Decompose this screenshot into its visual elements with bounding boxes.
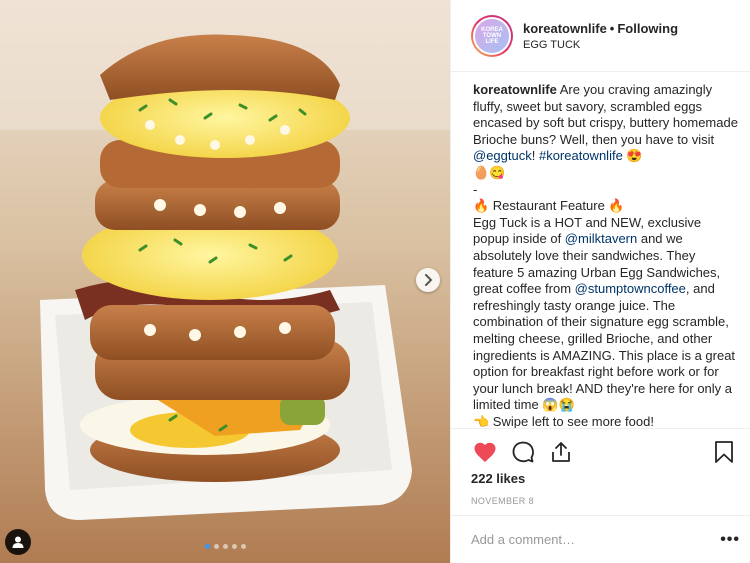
carousel-dot [231,544,237,549]
more-options-button[interactable]: ••• [720,531,740,549]
caption-text: ! [531,148,539,164]
chevron-right-icon [425,274,433,286]
action-icons [471,437,738,467]
carousel-indicator [0,544,450,549]
likes-count[interactable]: 222 likes [471,471,738,486]
mention-eggtuck[interactable]: @eggtuck [473,148,532,163]
caption-paragraph-1: koreatownlife Are you craving amazingly … [473,82,738,165]
share-button[interactable] [547,438,575,466]
header-user-line: koreatownlife • Following [523,21,678,36]
caption-paragraph-2: Egg Tuck is a HOT and NEW, exclusive pop… [473,215,738,414]
header-text: koreatownlife • Following EGG TUCK [523,21,678,51]
bookmark-icon [715,441,733,463]
post-header: KOREA TOWN LIFE koreatownlife • Following EG… [451,0,750,72]
post-actions: 222 likes NOVEMBER 8 [451,428,750,506]
caption: koreatownlife Are you craving amazingly … [451,72,750,430]
user-tag-button[interactable] [5,529,31,555]
username-link[interactable]: koreatownlife [523,21,607,36]
instagram-post: KOREA TOWN LIFE koreatownlife • Following EG… [0,0,750,563]
carousel-dot [204,544,210,549]
caption-emoji: 😍 [622,148,643,164]
next-slide-button[interactable] [416,268,440,292]
heart-icon [474,442,496,462]
comment-box: ••• [451,515,750,563]
comment-icon [512,441,534,463]
caption-dash: - [473,181,478,197]
hashtag-koreatownlife[interactable]: #koreatownlife [539,148,623,163]
carousel-dot [240,544,246,549]
mention-milktavern[interactable]: @milktavern [565,231,637,246]
separator: • [609,20,615,36]
comment-input[interactable] [471,532,721,547]
following-button[interactable]: Following [617,21,678,36]
egg-sandwich-image [0,0,450,563]
carousel-dot [222,544,228,549]
caption-heading: 🔥 Restaurant Feature 🔥 [473,198,625,214]
avatar-image: KOREA TOWN LIFE [473,16,511,55]
post-date[interactable]: NOVEMBER 8 [471,496,738,506]
share-icon [552,442,570,462]
post-photo[interactable] [0,0,450,563]
avatar[interactable]: KOREA TOWN LIFE [471,14,513,57]
like-button[interactable] [471,438,499,466]
caption-username[interactable]: koreatownlife [473,82,557,97]
save-button[interactable] [710,438,738,466]
mention-stumptowncoffee[interactable]: @stumptowncoffee [575,281,686,296]
post-side-panel: KOREA TOWN LIFE koreatownlife • Following EG… [450,0,750,563]
location-link[interactable]: EGG TUCK [523,39,678,51]
user-tag-icon [12,536,24,548]
caption-text: , and refreshingly tasty orange juice. T… [473,281,736,413]
comment-button[interactable] [509,438,537,466]
carousel-dot [213,544,219,549]
caption-emoji-line: 🥚😋 [473,164,506,180]
